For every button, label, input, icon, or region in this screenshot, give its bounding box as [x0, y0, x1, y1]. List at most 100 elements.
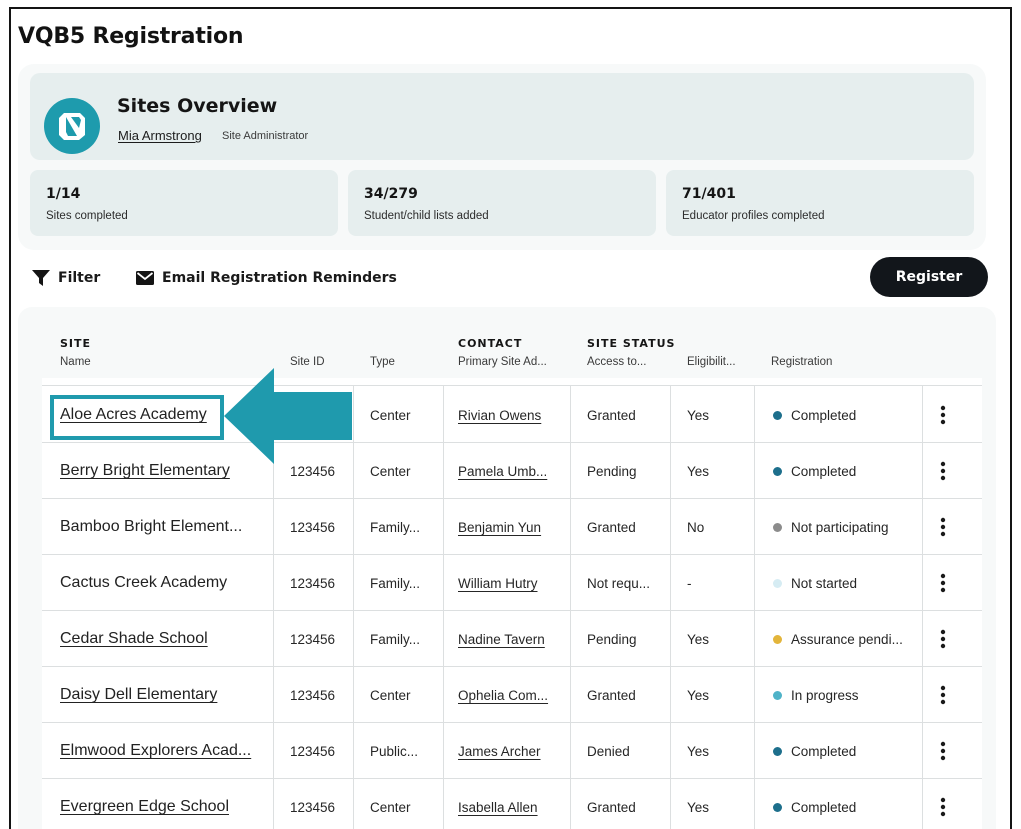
registration-status: Completed	[773, 779, 856, 829]
contact-link-text[interactable]: James Archer	[458, 744, 541, 759]
site-id-cell: 123456	[290, 611, 335, 667]
kebab-menu-icon[interactable]	[940, 667, 946, 723]
access-cell: Pending	[587, 611, 637, 667]
group-header-site: SITE	[60, 337, 92, 350]
kebab-menu-icon[interactable]	[940, 443, 946, 499]
column-header-site-id[interactable]: Site ID	[290, 356, 325, 368]
contact-link[interactable]: Isabella Allen	[458, 779, 538, 829]
contact-link[interactable]: William Hutry	[458, 555, 538, 611]
table-row[interactable]: Evergreen Edge School 123456 Center Isabell…	[42, 779, 982, 829]
kebab-menu-icon[interactable]	[940, 555, 946, 611]
table-row[interactable]: Elmwood Explorers Acad... 123456 Public...…	[42, 723, 982, 779]
status-dot	[773, 746, 782, 756]
site-id-cell: 123456	[290, 667, 335, 723]
status-dot	[773, 410, 782, 420]
site-name-link-text[interactable]: Berry Bright Elementary	[60, 462, 230, 480]
contact-link-text[interactable]: Pamela Umb...	[458, 464, 547, 479]
site-name-link[interactable]: Berry Bright Elementary	[60, 443, 230, 499]
access-cell: Not requ...	[587, 555, 650, 611]
site-type-cell: Center	[370, 387, 411, 443]
stat-educator-profiles: 71/401 Educator profiles completed	[666, 170, 974, 236]
site-id-cell-text: 123456	[290, 519, 336, 535]
kebab-menu-icon[interactable]	[940, 779, 946, 829]
column-divider	[570, 386, 571, 829]
registration-status-text: Assurance pendi...	[791, 631, 903, 647]
registration-status: Assurance pendi...	[773, 611, 903, 667]
site-name-link-text[interactable]: Daisy Dell Elementary	[60, 686, 217, 704]
admin-name-link[interactable]: Mia Armstrong	[118, 128, 202, 143]
column-header-name[interactable]: Name	[60, 356, 91, 368]
kebab-menu-icon[interactable]	[940, 387, 946, 443]
column-header-primary-site-admin[interactable]: Primary Site Ad...	[458, 356, 547, 368]
contact-link[interactable]: Ophelia Com...	[458, 667, 548, 723]
contact-link-text[interactable]: Ophelia Com...	[458, 688, 548, 703]
table-row[interactable]: Cedar Shade School 123456 Family... Nadine …	[42, 611, 982, 667]
access-cell: Pending	[587, 443, 637, 499]
site-id-cell-text: 123456	[290, 687, 336, 703]
site-id-cell: 123456	[290, 499, 335, 555]
column-divider	[353, 386, 354, 829]
column-header-type[interactable]: Type	[370, 356, 395, 368]
site-id-cell: 123456	[290, 779, 335, 829]
email-reminders-button[interactable]: Email Registration Reminders	[136, 268, 397, 288]
site-name-link-text[interactable]: Bamboo Bright Element...	[60, 518, 242, 536]
register-button[interactable]: Register	[870, 257, 988, 297]
site-name-link[interactable]: Bamboo Bright Element...	[60, 499, 242, 555]
site-type-cell: Center	[370, 779, 411, 829]
filter-button[interactable]: Filter	[32, 268, 100, 288]
site-name-link[interactable]: Cactus Creek Academy	[60, 555, 227, 611]
site-name-link[interactable]: Cedar Shade School	[60, 611, 208, 667]
eligibility-cell: Yes	[687, 443, 709, 499]
contact-link-text[interactable]: Nadine Tavern	[458, 632, 545, 647]
kebab-menu-icon[interactable]	[940, 499, 946, 555]
contact-link[interactable]: James Archer	[458, 723, 541, 779]
site-name-link-text[interactable]: Cactus Creek Academy	[60, 574, 227, 592]
column-divider	[670, 386, 671, 829]
access-cell-text: Granted	[587, 407, 636, 423]
access-cell: Denied	[587, 723, 630, 779]
column-header-access[interactable]: Access to...	[587, 356, 646, 368]
status-dot	[773, 690, 782, 700]
site-name-link[interactable]: Elmwood Explorers Acad...	[60, 723, 251, 779]
status-dot	[773, 522, 782, 532]
site-type-cell-text: Family...	[370, 519, 420, 535]
contact-link-text[interactable]: William Hutry	[458, 576, 538, 591]
envelope-icon	[136, 271, 154, 285]
column-header-eligibility[interactable]: Eligibilit...	[687, 356, 736, 368]
contact-link[interactable]: Benjamin Yun	[458, 499, 541, 555]
eligibility-cell-text: Yes	[687, 799, 710, 815]
registration-status: Not started	[773, 555, 857, 611]
kebab-menu-icon[interactable]	[940, 723, 946, 779]
table-row[interactable]: Bamboo Bright Element... 123456 Family... B…	[42, 499, 982, 555]
site-name-link-text[interactable]: Evergreen Edge School	[60, 798, 229, 816]
registration-status: In progress	[773, 667, 859, 723]
site-name-link-text[interactable]: Elmwood Explorers Acad...	[60, 742, 251, 760]
registration-status: Completed	[773, 387, 856, 443]
table-row[interactable]: Cactus Creek Academy 123456 Family... Willi…	[42, 555, 982, 611]
contact-link-text[interactable]: Rivian Owens	[458, 408, 541, 423]
column-header-registration[interactable]: Registration	[771, 356, 832, 368]
registration-status-text: Completed	[791, 799, 857, 815]
site-type-cell: Family...	[370, 499, 420, 555]
contact-link[interactable]: Pamela Umb...	[458, 443, 547, 499]
contact-link-text[interactable]: Isabella Allen	[458, 800, 538, 815]
group-header-contact: CONTACT	[458, 337, 523, 350]
site-name-link-text[interactable]: Cedar Shade School	[60, 630, 208, 648]
table-row[interactable]: Berry Bright Elementary 123456 Center Pamel…	[42, 443, 982, 499]
contact-link[interactable]: Rivian Owens	[458, 387, 541, 443]
email-reminders-label: Email Registration Reminders	[162, 270, 397, 286]
table-row[interactable]: Daisy Dell Elementary 123456 Center Ophelia…	[42, 667, 982, 723]
status-dot	[773, 578, 782, 588]
site-name-link[interactable]: Daisy Dell Elementary	[60, 667, 217, 723]
access-cell-text: Pending	[587, 631, 637, 647]
registration-status-text: Not started	[791, 575, 858, 591]
contact-link-text[interactable]: Benjamin Yun	[458, 520, 541, 535]
access-cell-text: Granted	[587, 519, 636, 535]
contact-link[interactable]: Nadine Tavern	[458, 611, 545, 667]
eligibility-cell: Yes	[687, 667, 709, 723]
access-cell-text: Pending	[587, 463, 637, 479]
site-name-link[interactable]: Evergreen Edge School	[60, 779, 229, 829]
kebab-menu-icon[interactable]	[940, 611, 946, 667]
site-type-cell: Public...	[370, 723, 418, 779]
site-type-cell-text: Center	[370, 463, 411, 479]
